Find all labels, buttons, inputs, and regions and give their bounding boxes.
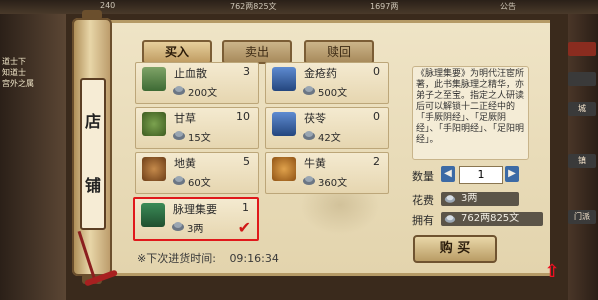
- item-price: 200文: [188, 88, 218, 99]
- left-backdrop: 道士下 知道士 宫外之属: [0, 14, 66, 300]
- cost-value: 3两: [461, 193, 478, 204]
- tab-sell[interactable]: 卖出: [222, 40, 292, 64]
- item-qty: 5: [243, 155, 250, 168]
- blue-medicine-bottle-icon: [272, 67, 296, 91]
- item-price: 360文: [318, 178, 348, 189]
- right-backdrop: 城 镇 门派: [568, 14, 598, 300]
- increase-quantity-button[interactable]: ▶: [505, 166, 519, 182]
- item-qty: 10: [236, 110, 250, 123]
- restock-time: 09:16:34: [229, 252, 279, 265]
- item-name: 茯苓: [304, 112, 326, 125]
- coin-icon: [303, 86, 315, 95]
- item-name: 金疮药: [304, 67, 337, 80]
- item-price: 60文: [188, 178, 211, 189]
- item-card[interactable]: 甘草 10 15文: [135, 107, 259, 149]
- item-name: 脉理集要: [173, 203, 217, 216]
- coin-icon: [444, 195, 456, 203]
- shop-sign: 店 铺: [80, 78, 106, 230]
- shop-sign-char-1: 店: [84, 112, 101, 131]
- side-tab-5[interactable]: 门派: [568, 210, 596, 224]
- item-price: 3两: [187, 224, 204, 235]
- restock-label: ※下次进货时间:: [137, 252, 216, 265]
- side-tab-2[interactable]: [568, 72, 596, 86]
- item-description: 《脉理集要》为明代汪宦所著，此书集脉理之精华，亦弟子之至宝。指定之人研读后可以解…: [412, 66, 529, 160]
- blue-medicine-bottle-icon: [272, 112, 296, 136]
- scroll-knob-top: [82, 10, 102, 20]
- licorice-herb-icon: [142, 112, 166, 136]
- item-name: 地黄: [174, 157, 196, 170]
- left-text-2: 知道士: [2, 68, 26, 77]
- item-card[interactable]: 金疮药 0 500文: [265, 62, 389, 104]
- tab-buy[interactable]: 买入: [142, 40, 212, 64]
- top-status-money: 762两825文: [230, 2, 277, 11]
- item-card[interactable]: 地黄 5 60文: [135, 152, 259, 194]
- checkmark-icon: ✔: [237, 218, 251, 237]
- left-text-3: 宫外之属: [2, 79, 34, 88]
- coin-icon: [303, 131, 315, 140]
- top-status-left: 240: [100, 1, 116, 10]
- green-medicine-bottle-icon: [142, 67, 166, 91]
- coin-icon: [444, 215, 456, 223]
- item-card-selected[interactable]: 脉理集要 1 3两 ✔: [133, 197, 259, 241]
- item-name: 甘草: [174, 112, 196, 125]
- buy-button[interactable]: 购 买: [413, 235, 497, 263]
- item-price: 500文: [318, 88, 348, 99]
- restock-timer: ※下次进货时间: 09:16:34: [137, 250, 279, 266]
- coin-icon: [303, 176, 315, 185]
- rehmannia-root-icon: [142, 157, 166, 181]
- item-qty: 0: [373, 110, 380, 123]
- cost-field: 3两: [441, 192, 519, 206]
- decrease-quantity-button[interactable]: ◀: [441, 166, 455, 182]
- coin-icon: [173, 131, 185, 140]
- item-qty: 2: [373, 155, 380, 168]
- bezoar-icon: [272, 157, 296, 181]
- coin-icon: [173, 176, 185, 185]
- item-price: 15文: [188, 133, 211, 144]
- shop-sign-char-2: 铺: [84, 176, 101, 195]
- quantity-input[interactable]: 1: [459, 166, 503, 184]
- coin-icon: [172, 222, 184, 231]
- top-status-right: 1697两: [370, 2, 399, 11]
- return-arrow-icon[interactable]: ⇧: [543, 263, 561, 281]
- side-tab-4[interactable]: 镇: [568, 154, 596, 168]
- owned-label: 拥有: [412, 214, 434, 227]
- quantity-label: 数量: [412, 170, 434, 183]
- item-name: 牛黄: [304, 157, 326, 170]
- item-price: 42文: [318, 133, 341, 144]
- owned-value: 762两825文: [461, 213, 520, 224]
- item-qty: 3: [243, 65, 250, 78]
- item-card[interactable]: 牛黄 2 360文: [265, 152, 389, 194]
- side-tab-1[interactable]: [568, 42, 596, 56]
- item-qty: 1: [242, 201, 249, 214]
- owned-field: 762两825文: [441, 212, 543, 226]
- coin-icon: [173, 86, 185, 95]
- tab-redeem[interactable]: 赎回: [304, 40, 374, 64]
- item-card[interactable]: 止血散 3 200文: [135, 62, 259, 104]
- item-name: 止血散: [174, 67, 207, 80]
- side-tab-3[interactable]: 城: [568, 102, 596, 116]
- left-text-1: 道士下: [2, 57, 26, 66]
- item-qty: 0: [373, 65, 380, 78]
- green-book-icon: [141, 203, 165, 227]
- cost-label: 花费: [412, 194, 434, 207]
- item-card[interactable]: 茯苓 0 42文: [265, 107, 389, 149]
- notice-link[interactable]: 公告: [500, 1, 516, 12]
